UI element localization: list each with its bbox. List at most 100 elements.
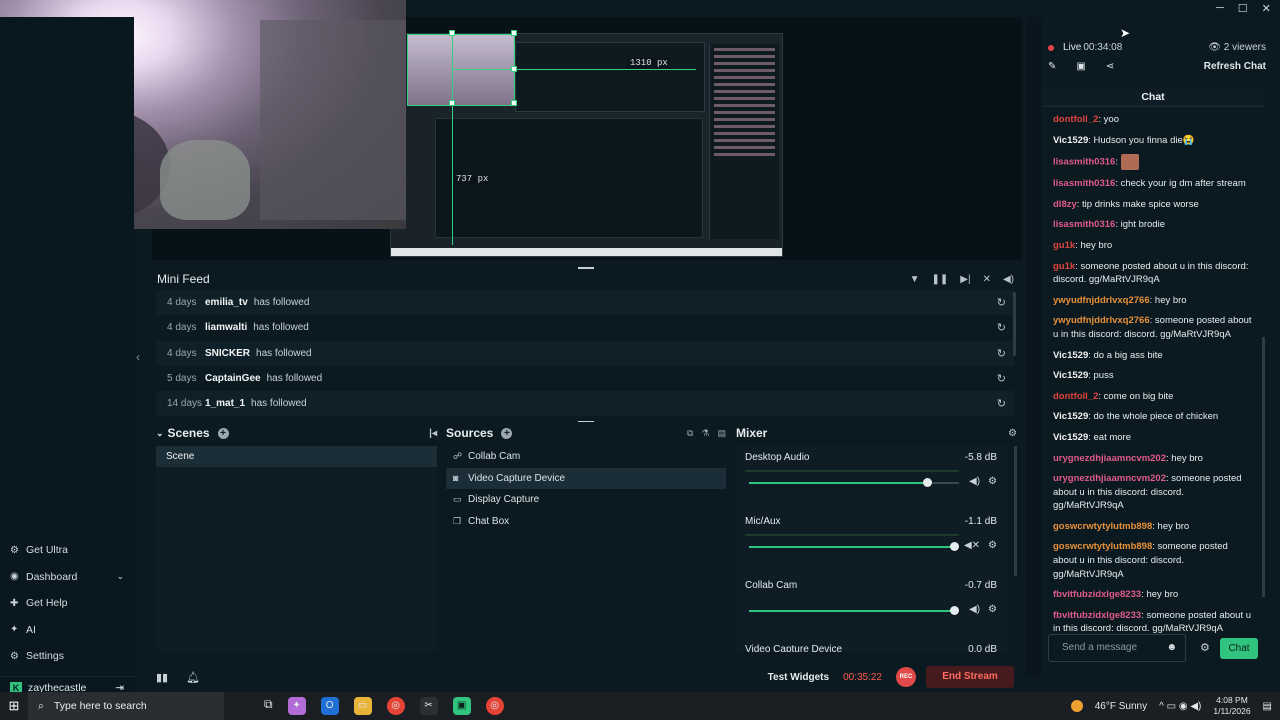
- copy-icon[interactable]: ⧉: [687, 428, 693, 439]
- resize-handle[interactable]: [511, 66, 517, 72]
- weather-text[interactable]: 46°F Sunny: [1095, 701, 1147, 712]
- resize-handle[interactable]: [449, 30, 455, 36]
- chat-username[interactable]: gu1k: [1053, 240, 1075, 251]
- chat-username[interactable]: ywyudfnjddrlvxq2766: [1053, 295, 1150, 306]
- source-item[interactable]: ☍ Collab Cam: [446, 446, 726, 468]
- copilot-icon[interactable]: ✦: [287, 697, 306, 715]
- nav-ai[interactable]: ✦ AI: [0, 617, 134, 644]
- speaker-icon[interactable]: ◀): [969, 604, 980, 615]
- slider-knob[interactable]: [949, 606, 959, 615]
- chat-username[interactable]: lisasmith0316: [1053, 157, 1115, 168]
- nav-get-ultra[interactable]: ⚙ Get Ultra: [0, 537, 134, 564]
- filter-icon[interactable]: ▼: [910, 274, 920, 285]
- speaker-icon[interactable]: ◀): [969, 476, 980, 487]
- refresh-chat-button[interactable]: Refresh Chat: [1204, 61, 1266, 72]
- dock-icon[interactable]: ▣: [1076, 61, 1085, 72]
- file-explorer-icon[interactable]: ▭: [353, 697, 372, 715]
- replay-icon[interactable]: ↻: [997, 347, 1006, 360]
- volume-slider[interactable]: [749, 478, 959, 487]
- chrome-profile-icon[interactable]: ◎: [485, 697, 504, 715]
- end-stream-button[interactable]: End Stream: [926, 666, 1014, 688]
- chat-username[interactable]: fbvitfubzidxlge8233: [1053, 610, 1141, 621]
- feed-scrollbar[interactable]: [1013, 292, 1016, 356]
- edit-icon[interactable]: ✎: [1048, 61, 1056, 72]
- chat-username[interactable]: dontfoll_2: [1053, 114, 1098, 125]
- replay-icon[interactable]: ↻: [997, 321, 1006, 334]
- volume-slider[interactable]: [749, 542, 959, 551]
- chat-username[interactable]: gu1k: [1053, 261, 1075, 272]
- chat-settings-icon[interactable]: ⚙: [1200, 641, 1210, 654]
- taskbar-search[interactable]: ⌕ Type here to search: [28, 692, 224, 720]
- chrome-icon[interactable]: ◎: [386, 697, 405, 715]
- slider-knob[interactable]: [922, 478, 932, 487]
- chat-username[interactable]: Vic1529: [1053, 432, 1088, 443]
- chat-username[interactable]: lisasmith0316: [1053, 178, 1115, 189]
- chat-username[interactable]: urygnezdhjiaamncvm202: [1053, 473, 1166, 484]
- send-chat-button[interactable]: Chat: [1220, 638, 1258, 659]
- record-button[interactable]: REC: [896, 667, 916, 687]
- gear-icon[interactable]: ⚙: [988, 540, 997, 551]
- close-button[interactable]: ✕: [1262, 2, 1271, 15]
- speaker-muted-icon[interactable]: ◀✕: [964, 540, 980, 551]
- nav-settings[interactable]: ⚙ Settings: [0, 643, 134, 670]
- folder-icon[interactable]: ▤: [717, 428, 726, 439]
- resize-handle[interactable]: [511, 100, 517, 106]
- notification-center-icon[interactable]: ▤: [1263, 701, 1272, 712]
- chat-username[interactable]: lisasmith0316: [1053, 219, 1115, 230]
- chevron-down-icon[interactable]: ⌄: [116, 571, 124, 582]
- windows-start-icon[interactable]: ⊞: [0, 698, 28, 714]
- tray-icons[interactable]: ^ ▭ ◉ ◀): [1159, 701, 1201, 712]
- streamlabs-icon[interactable]: ▣: [452, 697, 471, 715]
- source-item[interactable]: ❐ Chat Box: [446, 511, 726, 533]
- feed-user[interactable]: liamwalti: [205, 322, 247, 333]
- outlook-icon[interactable]: O: [320, 697, 339, 715]
- chevron-down-icon[interactable]: ⌄: [156, 428, 164, 439]
- chat-username[interactable]: dontfoll_2: [1053, 391, 1098, 402]
- add-source-icon[interactable]: +: [501, 427, 513, 439]
- task-view-icon[interactable]: ⧉: [264, 697, 273, 715]
- mixer-settings-icon[interactable]: ⚙: [1008, 428, 1017, 439]
- add-scene-icon[interactable]: +: [217, 427, 229, 439]
- chat-username[interactable]: fbvitfubzidxlge8233: [1053, 589, 1141, 600]
- scene-item[interactable]: Scene: [156, 446, 437, 467]
- share-icon[interactable]: ⋖: [1106, 61, 1114, 72]
- chat-username[interactable]: dl8zy: [1053, 199, 1077, 210]
- chat-username[interactable]: goswcrwtytylutmb898: [1053, 521, 1152, 532]
- feed-user[interactable]: 1_mat_1: [205, 398, 245, 409]
- mute-alerts-icon[interactable]: ✕: [983, 274, 991, 285]
- feed-user[interactable]: emilia_tv: [205, 297, 248, 308]
- mixer-scrollbar[interactable]: [1014, 446, 1017, 576]
- resize-handle[interactable]: [449, 100, 455, 106]
- collapse-panel-icon[interactable]: |◂: [429, 428, 437, 439]
- chat-username[interactable]: Vic1529: [1053, 411, 1088, 422]
- test-widgets-button[interactable]: Test Widgets: [768, 672, 829, 683]
- slider-knob[interactable]: [949, 542, 959, 551]
- replay-icon[interactable]: ↻: [997, 397, 1006, 410]
- maximize-button[interactable]: ☐: [1238, 2, 1248, 15]
- nav-get-help[interactable]: ✚ Get Help: [0, 590, 134, 617]
- clock[interactable]: 4:08 PM 1/11/2026: [1213, 695, 1250, 717]
- replay-icon[interactable]: ↻: [997, 372, 1006, 385]
- chat-username[interactable]: Vic1529: [1053, 350, 1088, 361]
- chat-username[interactable]: ywyudfnjddrlvxq2766: [1053, 315, 1150, 326]
- weather-icon[interactable]: [1070, 700, 1083, 712]
- volume-icon[interactable]: ◀): [1003, 274, 1014, 285]
- volume-slider[interactable]: [749, 606, 959, 615]
- chat-username[interactable]: Vic1529: [1053, 135, 1088, 146]
- chat-scrollbar[interactable]: [1262, 337, 1265, 597]
- skip-icon[interactable]: ▶|: [960, 274, 970, 285]
- filter-icon[interactable]: ⚗: [701, 428, 709, 439]
- collapse-left-icon[interactable]: ‹: [136, 350, 140, 364]
- chat-input[interactable]: Send a message ☻: [1048, 634, 1186, 662]
- chat-username[interactable]: goswcrwtytylutmb898: [1053, 541, 1152, 552]
- source-item-selected[interactable]: ◙ Video Capture Device: [446, 467, 726, 489]
- gear-icon[interactable]: ⚙: [988, 604, 997, 615]
- stats-icon[interactable]: ▮▮: [156, 671, 168, 684]
- resize-handle[interactable]: [511, 30, 517, 36]
- replay-icon[interactable]: ↻: [997, 296, 1006, 309]
- feed-user[interactable]: SNICKER: [205, 348, 250, 359]
- chat-username[interactable]: urygnezdhjiaamncvm202: [1053, 453, 1166, 464]
- capcut-icon[interactable]: ✂: [419, 697, 438, 715]
- display-capture-preview[interactable]: [390, 33, 783, 257]
- gear-icon[interactable]: ⚙: [988, 476, 997, 487]
